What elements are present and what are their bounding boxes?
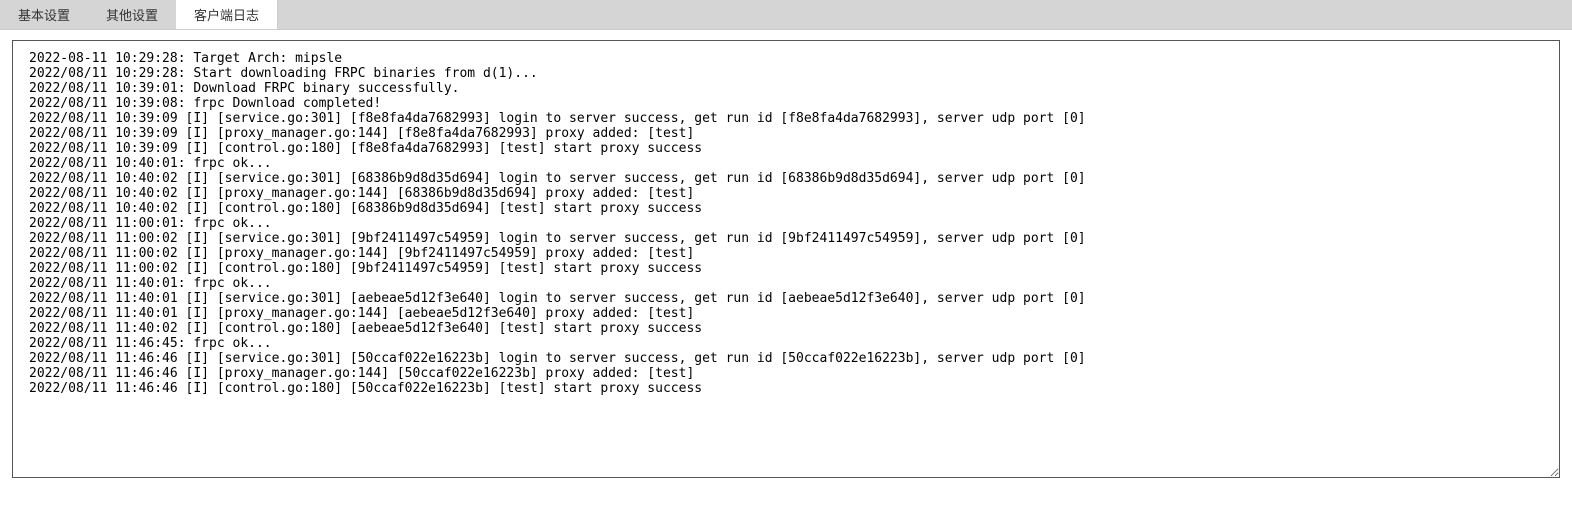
tab-label: 客户端日志 — [194, 5, 259, 24]
tab-bar: 基本设置 其他设置 客户端日志 — [0, 0, 1572, 30]
tab-other-settings[interactable]: 其他设置 — [88, 0, 176, 29]
log-panel — [0, 30, 1572, 491]
tab-client-log[interactable]: 客户端日志 — [176, 0, 278, 29]
tab-basic-settings[interactable]: 基本设置 — [0, 0, 88, 29]
tab-label: 基本设置 — [18, 5, 70, 24]
tab-label: 其他设置 — [106, 5, 158, 24]
log-textarea[interactable] — [12, 40, 1560, 478]
